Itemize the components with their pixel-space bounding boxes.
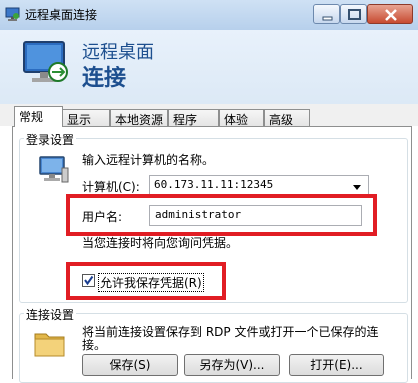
computer-value[interactable]: 60.173.11.11:12345 (154, 178, 273, 191)
dropdown-arrow-icon[interactable] (352, 181, 362, 190)
folder-icon (32, 325, 68, 361)
tab-general[interactable]: 常规 (14, 106, 63, 127)
credentials-hint: 当您连接时将向您询问凭据。 (82, 236, 239, 250)
connection-description-line1: 将当前连接设置保存到 RDP 文件或打开一个已保存的连 (82, 325, 379, 339)
close-icon (385, 9, 397, 21)
connection-settings-label: 连接设置 (24, 306, 77, 323)
minimize-icon (322, 16, 333, 21)
computer-label: 计算机(C): (82, 180, 140, 194)
tab-advanced[interactable]: 高级 (264, 109, 310, 127)
maximize-icon (348, 9, 361, 20)
minimize-button[interactable] (313, 4, 340, 24)
remote-monitor-icon (22, 40, 74, 90)
highlight-box-save-credentials (66, 262, 226, 300)
save-button[interactable]: 保存(S) (82, 354, 178, 376)
header-subtitle: 连接 (82, 66, 127, 91)
tab-display[interactable]: 显示 (62, 109, 110, 127)
computer-name-prompt: 输入远程计算机的名称。 (82, 153, 215, 167)
close-button[interactable] (367, 4, 413, 24)
computer-icon (38, 154, 70, 186)
tab-experience[interactable]: 体验 (219, 109, 264, 127)
open-button[interactable]: 打开(E)... (289, 354, 384, 376)
tab-programs[interactable]: 程序 (168, 109, 219, 127)
maximize-button[interactable] (340, 4, 367, 24)
tab-local-resources[interactable]: 本地资源 (110, 109, 168, 127)
remote-desktop-app-icon (5, 7, 21, 22)
login-settings-label: 登录设置 (24, 131, 77, 148)
connection-description-line2: 接。 (82, 338, 107, 352)
window-title: 远程桌面连接 (25, 8, 98, 22)
highlight-box-username (66, 194, 377, 236)
save-as-button[interactable]: 另存为(V)... (184, 354, 280, 376)
